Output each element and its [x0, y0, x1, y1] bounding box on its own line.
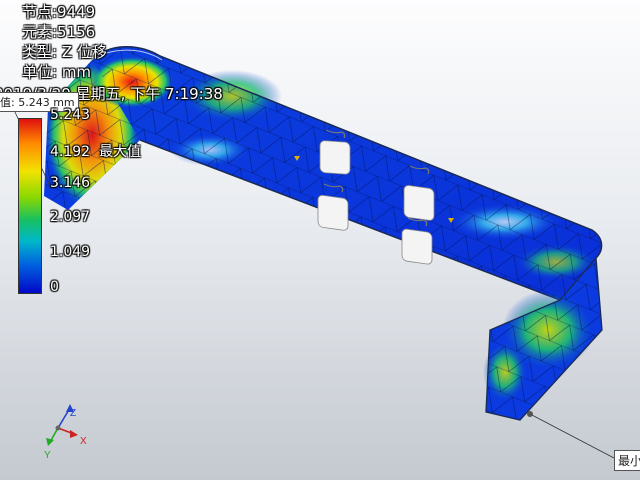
- element-count: 元素:5156: [22, 23, 96, 41]
- result-type: 类型: Z 位移: [22, 43, 107, 61]
- min-value-callout[interactable]: 最小: [614, 450, 640, 471]
- node-count: 节点:9449: [22, 3, 96, 21]
- unit-label: 单位: mm: [22, 63, 92, 81]
- axis-triad: Z X Y: [44, 404, 87, 461]
- triad-y-label: Y: [44, 450, 51, 461]
- model-viewport[interactable]: Z X Y: [0, 0, 640, 480]
- min-leader-line: [529, 413, 615, 459]
- legend-value-1049: 1.049: [50, 244, 91, 260]
- slot-1: [319, 140, 351, 175]
- min-point: [527, 411, 533, 417]
- legend-value-3146: 3.146: [50, 175, 91, 191]
- triad-x-label: X: [80, 436, 87, 447]
- triad-z-label: Z: [70, 408, 76, 419]
- slot-4: [401, 228, 433, 265]
- slot-2: [403, 185, 435, 221]
- slot-3: [317, 194, 349, 231]
- color-legend-bar: [18, 118, 42, 294]
- legend-value-4192: 4.192 最大值: [50, 144, 141, 160]
- legend-value-0: 0: [50, 279, 59, 295]
- legend-max-label: 最大值: [99, 144, 141, 160]
- legend-value-2097: 2.097: [50, 209, 91, 225]
- legend-value-5243: 5.243: [50, 107, 91, 123]
